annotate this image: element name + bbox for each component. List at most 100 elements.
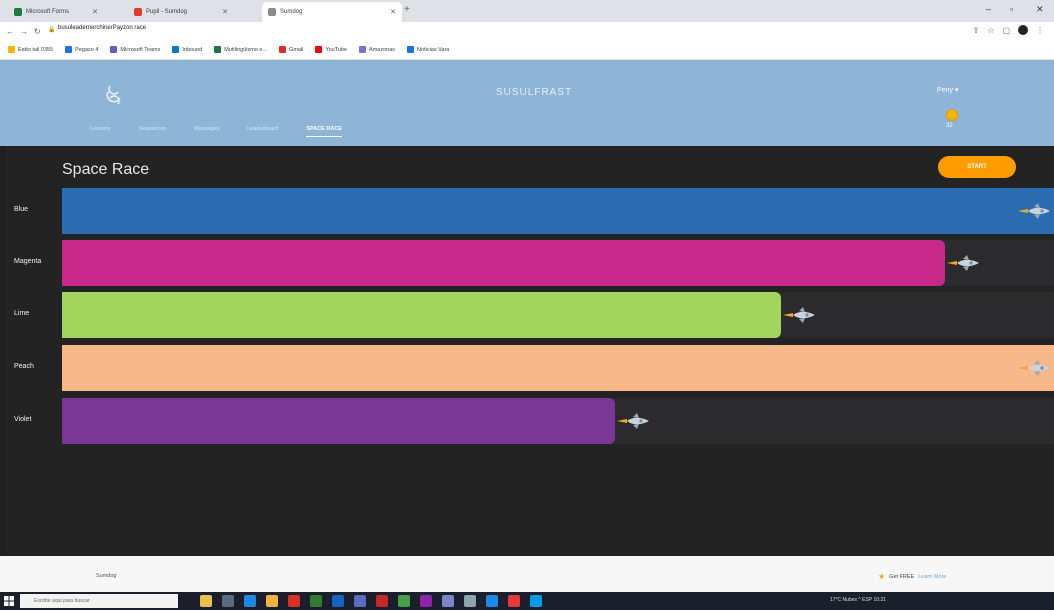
footer-promo: ★ Get FREE Learn More <box>878 572 946 581</box>
maximize-icon[interactable]: ▫ <box>1010 4 1013 14</box>
extensions-icon[interactable]: ▢ <box>1002 26 1010 35</box>
nav-item[interactable]: Lessons <box>90 126 111 137</box>
nav-item[interactable]: Sequences <box>139 126 167 137</box>
browser-tab[interactable]: Pupil - Sumdog ✕ <box>128 2 234 22</box>
learn-more-link[interactable]: Learn More <box>918 574 946 580</box>
bookmark-icon <box>172 46 180 53</box>
sumdog-icon <box>134 8 142 16</box>
bookmark-star-icon[interactable]: ☆ <box>987 26 994 35</box>
bookmark-icon <box>407 46 415 53</box>
bookmark-icon <box>110 46 118 53</box>
powerpoint-icon[interactable] <box>376 595 388 607</box>
reload-icon[interactable]: ↻ <box>34 27 41 36</box>
bookmark-icon <box>279 46 287 53</box>
close-icon[interactable]: ✕ <box>92 8 98 16</box>
lock-icon[interactable]: 🔒 <box>48 26 55 33</box>
bookmark-item[interactable]: Amazonas <box>359 46 395 53</box>
bookmark-item[interactable]: Pegaso 4 <box>65 46 98 53</box>
app-icon[interactable] <box>508 595 520 607</box>
excel-icon[interactable] <box>310 595 322 607</box>
nav-item[interactable]: Leaderboard <box>247 126 278 137</box>
lane-track <box>62 398 1054 444</box>
brand-title: SUSULFRAST <box>496 87 573 98</box>
edge-icon[interactable] <box>244 595 256 607</box>
lane-track <box>62 345 1054 391</box>
app-icon[interactable] <box>442 595 454 607</box>
footer-promo-text: Get FREE <box>889 573 915 580</box>
bookmark-icon <box>8 46 15 53</box>
app-icon[interactable] <box>486 595 498 607</box>
rocket-icon <box>617 413 649 429</box>
coin-count: 32 <box>946 123 953 129</box>
rocket-icon <box>1018 360 1050 376</box>
task-view-icon[interactable] <box>222 595 234 607</box>
onenote-icon[interactable] <box>420 595 432 607</box>
word-icon[interactable] <box>332 595 344 607</box>
race-lane: Blue <box>0 188 1054 234</box>
race-lane: Lime <box>0 292 1054 338</box>
page-footer: Sumdog ★ Get FREE Learn More <box>0 556 1054 592</box>
new-tab-icon[interactable]: + <box>404 4 410 15</box>
bookmark-label: Noticias Vara <box>417 46 450 53</box>
window-close-icon[interactable]: ✕ <box>1036 4 1044 15</box>
taskbar-search-input[interactable]: Escribe aquí para buscar <box>20 594 178 608</box>
bookmark-label: Inbound <box>182 46 203 53</box>
app-icon[interactable] <box>530 595 542 607</box>
lane-label: Lime <box>14 310 30 317</box>
profile-avatar[interactable] <box>1018 25 1028 35</box>
start-button[interactable]: START <box>938 156 1016 178</box>
bookmark-item[interactable]: Inbound <box>172 46 202 53</box>
bookmark-label: Amazonas <box>369 46 396 53</box>
lane-track <box>62 292 1054 338</box>
nav-item[interactable]: Messages <box>194 126 219 137</box>
lane-track <box>62 188 1054 234</box>
back-icon[interactable]: ← <box>6 27 14 36</box>
app-logo-icon[interactable] <box>102 83 126 107</box>
url-field[interactable]: busuleadernerchinerPayzon race <box>58 25 146 31</box>
page-title: Space Race <box>62 161 150 178</box>
lane-label: Blue <box>14 206 29 213</box>
lane-track <box>62 240 1054 286</box>
bookmark-label: Eatto tail 0355 <box>18 46 54 53</box>
widget-icon[interactable] <box>200 595 212 607</box>
menu-icon[interactable]: ⋮ <box>1036 26 1044 35</box>
lane-label: Peach <box>14 363 34 370</box>
chrome-icon[interactable] <box>288 595 300 607</box>
bookmark-label: YouTube <box>325 46 348 53</box>
bookmark-item[interactable]: YouTube <box>315 46 347 53</box>
close-icon[interactable]: ✕ <box>390 8 396 16</box>
browser-tab-active[interactable]: Sumdog ✕ <box>262 2 402 22</box>
coin-icon <box>946 109 958 121</box>
bookmark-icon <box>315 46 323 53</box>
progress-bar <box>62 345 1054 391</box>
forward-icon[interactable]: → <box>20 27 28 36</box>
bookmark-item[interactable]: Mutilingüismo e... <box>214 46 267 53</box>
windows-start-icon[interactable] <box>4 596 14 606</box>
settings-icon[interactable] <box>464 595 476 607</box>
bookmark-label: Mutilingüismo e... <box>224 46 268 53</box>
bookmark-item[interactable]: Gmail <box>279 46 303 53</box>
bookmark-item[interactable]: Microsoft Teams <box>110 46 160 53</box>
windows-taskbar: Escribe aquí para buscar 17°C Nubes ^ ES… <box>0 592 1054 610</box>
rocket-icon <box>1018 203 1050 219</box>
user-menu[interactable]: Peny ▾ <box>937 86 958 94</box>
address-bar: ← → ↻ 🔒 busuleadernerchinerPayzon race ⇪… <box>0 22 1054 40</box>
nav-item[interactable]: SPACE RACE <box>306 126 342 137</box>
file-explorer-icon[interactable] <box>266 595 278 607</box>
share-icon[interactable]: ⇪ <box>973 26 980 35</box>
browser-tab[interactable]: Microsoft Forms ✕ <box>8 2 104 22</box>
footer-brand[interactable]: Sumdog <box>96 573 117 579</box>
browser-tab-bar: Microsoft Forms ✕ Pupil - Sumdog ✕ Sumdo… <box>0 0 1054 22</box>
star-icon: ★ <box>878 572 886 581</box>
rocket-icon <box>783 307 815 323</box>
race-lane: Magenta <box>0 240 1054 286</box>
minimize-icon[interactable]: – <box>986 4 991 14</box>
bookmark-item[interactable]: Eatto tail 0355 <box>8 46 53 53</box>
race-area: Space Race START Blue Magenta Lime Peach Vio… <box>0 146 1054 556</box>
app-icon[interactable] <box>398 595 410 607</box>
teams-icon[interactable] <box>354 595 366 607</box>
system-tray[interactable]: 17°C Nubes ^ ESP 10:31 <box>830 597 886 603</box>
progress-bar <box>62 292 781 338</box>
bookmark-item[interactable]: Noticias Vara <box>407 46 449 53</box>
close-icon[interactable]: ✕ <box>222 8 228 16</box>
